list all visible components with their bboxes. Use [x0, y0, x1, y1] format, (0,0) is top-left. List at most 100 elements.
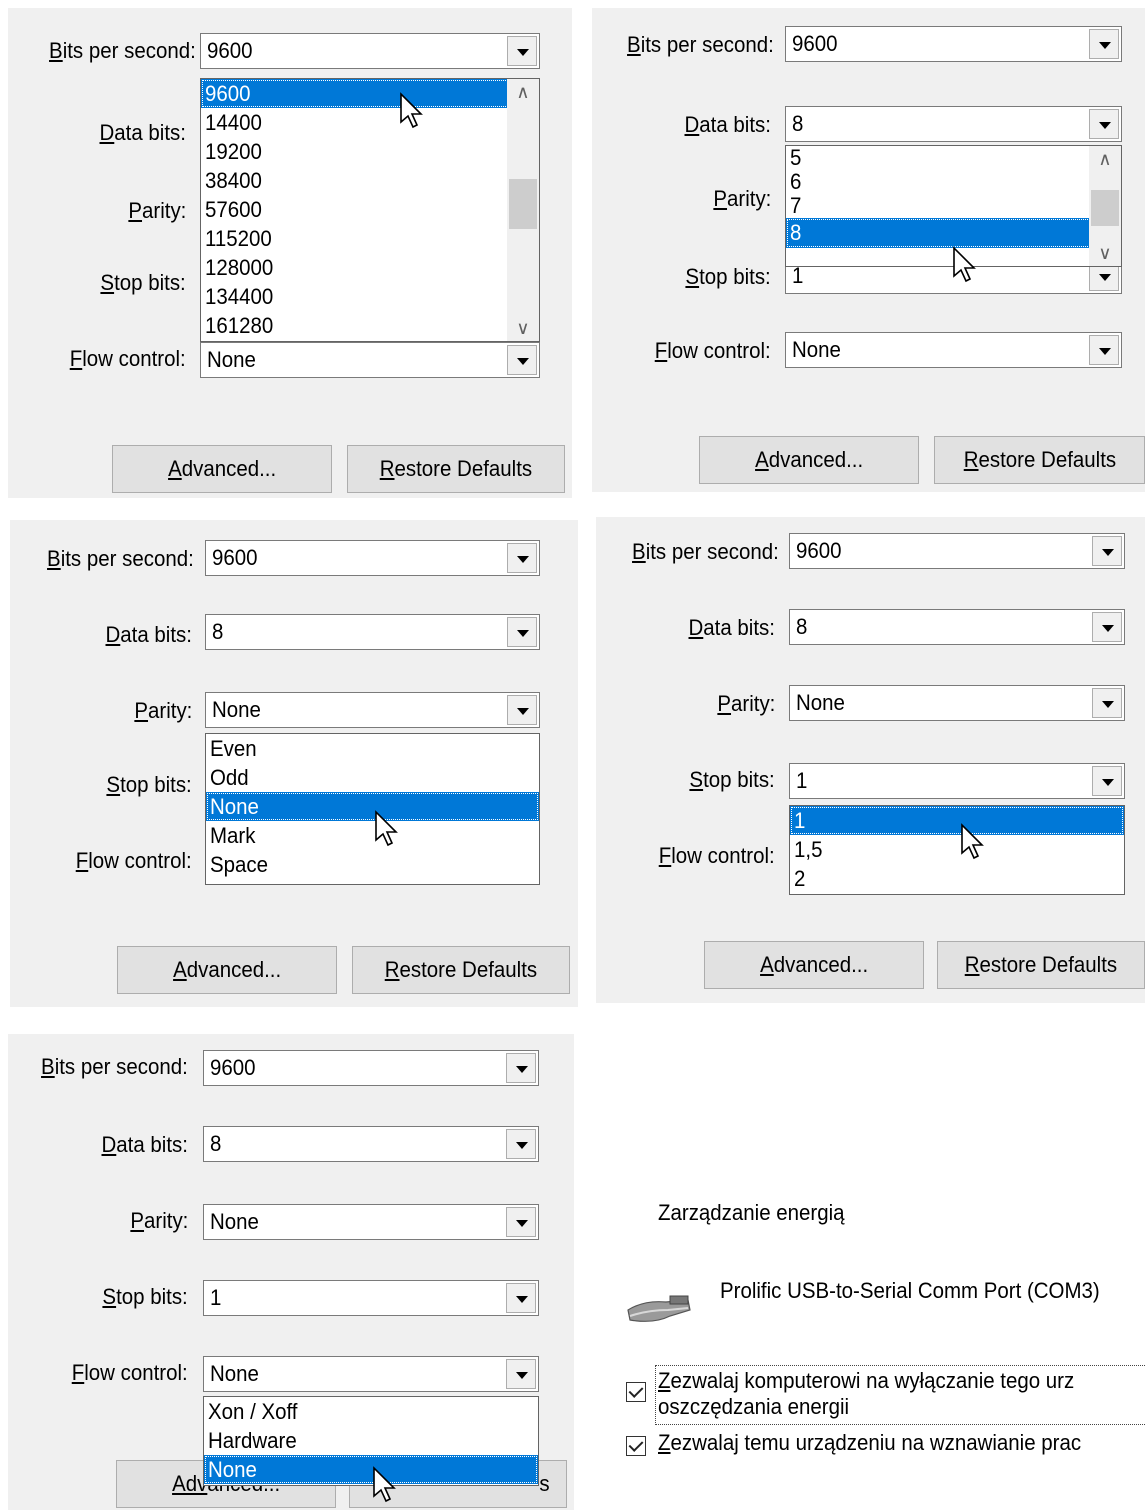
bits-per-second-label: Bits per second: [49, 38, 196, 63]
data-bits-combo[interactable]: 8 [785, 106, 1122, 142]
data-bits-combo[interactable]: 8 [203, 1126, 539, 1162]
bits-per-second-combo[interactable]: 9600 [200, 33, 540, 69]
chevron-down-icon[interactable] [1089, 109, 1119, 139]
list-item[interactable]: 5 [786, 146, 1121, 170]
scroll-down-icon[interactable]: ∨ [507, 315, 539, 341]
chevron-down-icon[interactable] [507, 36, 537, 66]
chevron-down-icon[interactable] [1089, 335, 1119, 365]
parity-label: Parity: [716, 691, 775, 716]
flow-control-label: Flow control: [75, 848, 192, 873]
flow-control-combo[interactable]: None [785, 332, 1122, 368]
parity-combo[interactable]: None [789, 685, 1125, 721]
parity-label: Parity: [712, 186, 771, 211]
parity-dropdown-list[interactable]: Even Odd None Mark Space [205, 733, 540, 885]
chevron-down-icon[interactable] [506, 1129, 536, 1159]
list-item[interactable]: Mark [206, 821, 539, 850]
chevron-down-icon[interactable] [506, 1283, 536, 1313]
advanced-button[interactable]: Advanced... [117, 946, 337, 994]
scrollbar-thumb[interactable] [1091, 190, 1119, 226]
scrollbar-thumb[interactable] [509, 179, 537, 229]
parity-value: None [796, 690, 845, 715]
flow-control-combo[interactable]: None [200, 342, 540, 378]
list-item[interactable]: 19200 [201, 137, 539, 166]
list-item[interactable]: 57600 [201, 195, 539, 224]
list-item[interactable]: Odd [206, 763, 539, 792]
scroll-up-icon[interactable]: ∧ [1089, 146, 1121, 172]
advanced-button[interactable]: Advanced... [704, 941, 924, 989]
list-item[interactable]: Even [206, 734, 539, 763]
list-item[interactable]: 7 [786, 194, 1121, 218]
stop-bits-dropdown-list[interactable]: 1 1,5 2 [789, 805, 1125, 895]
flow-control-dropdown-list[interactable]: Xon / Xoff Hardware None [203, 1396, 539, 1486]
stop-bits-value: 1 [796, 768, 808, 793]
parity-value: None [210, 1209, 259, 1234]
parity-combo[interactable]: None [205, 692, 540, 728]
list-item[interactable]: 1,5 [790, 835, 1124, 864]
restore-defaults-button[interactable]: Restore Defaults [934, 436, 1145, 484]
chevron-down-icon[interactable] [506, 1207, 536, 1237]
data-bits-combo[interactable]: 8 [205, 614, 540, 650]
stop-bits-value: 1 [210, 1285, 222, 1310]
chevron-down-icon[interactable] [1092, 536, 1122, 566]
serial-port-device-icon [627, 1295, 691, 1322]
chevron-down-icon[interactable] [507, 345, 537, 375]
bits-per-second-combo[interactable]: 9600 [789, 533, 1125, 569]
stop-bits-combo[interactable]: 1 [789, 763, 1125, 799]
list-item[interactable]: None [204, 1455, 538, 1484]
parity-combo[interactable]: None [203, 1204, 539, 1240]
chevron-down-icon[interactable] [507, 617, 537, 647]
restore-defaults-button[interactable]: Restore Defaults [347, 445, 565, 493]
list-item[interactable]: 9600 [201, 79, 539, 108]
restore-defaults-button[interactable]: Restore Defaults [352, 946, 570, 994]
advanced-button[interactable]: Advanced... [112, 445, 332, 493]
list-item[interactable]: 38400 [201, 166, 539, 195]
bits-per-second-combo[interactable]: 9600 [203, 1050, 539, 1086]
flow-control-label: Flow control: [69, 346, 186, 371]
list-item[interactable]: None [206, 792, 539, 821]
list-item[interactable]: Hardware [204, 1426, 538, 1455]
list-item[interactable]: 8 [786, 218, 1121, 248]
chevron-down-icon[interactable] [1092, 688, 1122, 718]
list-item[interactable]: 134400 [201, 282, 539, 311]
stop-bits-label: Stop bits: [685, 264, 771, 289]
bits-per-second-value: 9600 [207, 38, 253, 63]
baud-dropdown-list[interactable]: 9600 14400 19200 38400 57600 115200 1280… [200, 78, 540, 342]
chevron-down-icon[interactable] [1092, 766, 1122, 796]
list-item[interactable]: Space [206, 850, 539, 879]
stop-bits-combo[interactable]: 1 [203, 1280, 539, 1316]
data-bits-value: 8 [210, 1131, 222, 1156]
parity-value: None [212, 697, 261, 722]
flow-control-value: None [792, 337, 841, 362]
list-item[interactable]: 161280 [201, 311, 539, 340]
bits-per-second-label: Bits per second: [47, 546, 194, 571]
bits-per-second-combo[interactable]: 9600 [205, 540, 540, 576]
scrollbar[interactable]: ∧ ∨ [507, 79, 539, 341]
allow-turn-off-checkbox[interactable] [626, 1382, 646, 1402]
mouse-cursor-icon [400, 92, 423, 129]
chevron-down-icon[interactable] [506, 1053, 536, 1083]
list-item[interactable]: 2 [790, 864, 1124, 893]
advanced-button[interactable]: Advanced... [699, 436, 919, 484]
chevron-down-icon[interactable] [507, 543, 537, 573]
scroll-down-icon[interactable]: ∨ [1089, 240, 1121, 266]
restore-defaults-button[interactable]: Restore Defaults [937, 941, 1145, 989]
list-item[interactable]: 14400 [201, 108, 539, 137]
allow-wake-checkbox[interactable] [626, 1436, 646, 1456]
chevron-down-icon[interactable] [1089, 29, 1119, 59]
flow-control-combo[interactable]: None [203, 1356, 539, 1392]
chevron-down-icon[interactable] [1092, 612, 1122, 642]
data-bits-combo[interactable]: 8 [789, 609, 1125, 645]
list-item[interactable]: 1 [790, 806, 1124, 835]
stop-bits-label: Stop bits: [689, 767, 775, 792]
chevron-down-icon[interactable] [506, 1359, 536, 1389]
list-item[interactable]: 6 [786, 170, 1121, 194]
chevron-down-icon[interactable] [507, 695, 537, 725]
scroll-up-icon[interactable]: ∧ [507, 79, 539, 105]
parity-label: Parity: [133, 698, 192, 723]
list-item[interactable]: 128000 [201, 253, 539, 282]
scrollbar[interactable]: ∧ ∨ [1089, 146, 1121, 266]
list-item[interactable]: 115200 [201, 224, 539, 253]
bits-per-second-combo[interactable]: 9600 [785, 26, 1122, 62]
list-item[interactable]: Xon / Xoff [204, 1397, 538, 1426]
mouse-cursor-icon [961, 823, 984, 860]
